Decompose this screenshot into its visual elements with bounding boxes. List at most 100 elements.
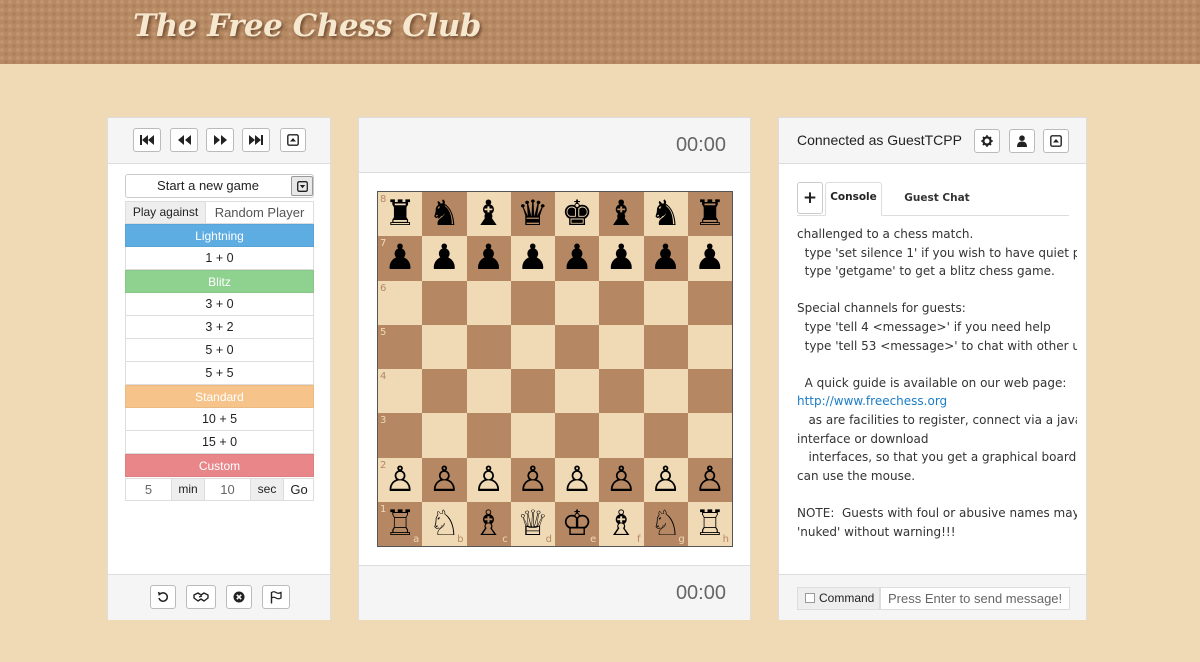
time-control-item[interactable]: 3 + 2	[125, 316, 314, 339]
web-link[interactable]: http://www.freechess.org	[797, 392, 1077, 411]
square-a3[interactable]: 3	[378, 413, 423, 458]
white-pawn-piece[interactable]: ♙	[378, 458, 422, 502]
white-pawn-piece[interactable]: ♙	[688, 458, 732, 502]
last-move-button[interactable]	[242, 128, 270, 152]
command-checkbox[interactable]	[805, 593, 815, 603]
new-game-dropdown[interactable]: Start a new game	[125, 174, 314, 198]
square-c6[interactable]	[466, 280, 511, 325]
square-e2[interactable]: ♙	[555, 457, 600, 502]
white-bishop-piece[interactable]: ♗	[467, 502, 511, 546]
square-f7[interactable]: ♟	[599, 236, 644, 281]
custom-go-button[interactable]: Go	[284, 479, 314, 500]
black-knight-piece[interactable]: ♞	[644, 192, 688, 236]
square-g7[interactable]: ♟	[643, 236, 688, 281]
square-g4[interactable]	[643, 369, 688, 414]
square-a8[interactable]: 8 ♜	[378, 192, 423, 237]
square-a1[interactable]: 1 a ♖	[378, 501, 423, 546]
square-f3[interactable]	[599, 413, 644, 458]
settings-button[interactable]	[974, 129, 1000, 153]
black-pawn-piece[interactable]: ♟	[688, 236, 732, 280]
square-e7[interactable]: ♟	[555, 236, 600, 281]
black-king-piece[interactable]: ♚	[555, 192, 599, 236]
black-queen-piece[interactable]: ♛	[511, 192, 555, 236]
square-e3[interactable]	[555, 413, 600, 458]
square-c8[interactable]: ♝	[466, 192, 511, 237]
time-control-item[interactable]: 1 + 0	[125, 247, 314, 270]
black-pawn-piece[interactable]: ♟	[511, 236, 555, 280]
square-b5[interactable]	[422, 324, 467, 369]
white-pawn-piece[interactable]: ♙	[511, 458, 555, 502]
command-input[interactable]: Press Enter to send message!	[880, 587, 1070, 610]
collapse-panel-button[interactable]	[280, 128, 306, 152]
square-d5[interactable]	[510, 324, 555, 369]
square-b7[interactable]: ♟	[422, 236, 467, 281]
square-d8[interactable]: ♛	[510, 192, 555, 237]
square-b2[interactable]: ♙	[422, 457, 467, 502]
square-h2[interactable]: ♙	[687, 457, 732, 502]
square-a2[interactable]: 2 ♙	[378, 457, 423, 502]
square-h4[interactable]	[687, 369, 732, 414]
square-e8[interactable]: ♚	[555, 192, 600, 237]
square-a6[interactable]: 6	[378, 280, 423, 325]
square-e4[interactable]	[555, 369, 600, 414]
white-rook-piece[interactable]: ♖	[378, 502, 422, 546]
black-pawn-piece[interactable]: ♟	[555, 236, 599, 280]
dropdown-toggle-button[interactable]	[291, 176, 313, 196]
white-knight-piece[interactable]: ♘	[422, 502, 466, 546]
white-pawn-piece[interactable]: ♙	[422, 458, 466, 502]
square-d2[interactable]: ♙	[510, 457, 555, 502]
black-rook-piece[interactable]: ♜	[688, 192, 732, 236]
square-g2[interactable]: ♙	[643, 457, 688, 502]
square-f2[interactable]: ♙	[599, 457, 644, 502]
square-c1[interactable]: c ♗	[466, 501, 511, 546]
square-g8[interactable]: ♞	[643, 192, 688, 237]
black-pawn-piece[interactable]: ♟	[422, 236, 466, 280]
square-a4[interactable]: 4	[378, 369, 423, 414]
black-pawn-piece[interactable]: ♟	[378, 236, 422, 280]
square-a7[interactable]: 7 ♟	[378, 236, 423, 281]
time-control-item[interactable]: 5 + 5	[125, 362, 314, 385]
profile-button[interactable]	[1009, 129, 1035, 153]
square-c7[interactable]: ♟	[466, 236, 511, 281]
black-bishop-piece[interactable]: ♝	[599, 192, 643, 236]
square-d6[interactable]	[510, 280, 555, 325]
square-e5[interactable]	[555, 324, 600, 369]
square-e6[interactable]	[555, 280, 600, 325]
time-control-item[interactable]: 3 + 0	[125, 293, 314, 316]
time-control-item[interactable]: 15 + 0	[125, 431, 314, 454]
square-d1[interactable]: d ♕	[510, 501, 555, 546]
square-d7[interactable]: ♟	[510, 236, 555, 281]
square-c4[interactable]	[466, 369, 511, 414]
white-knight-piece[interactable]: ♘	[644, 502, 688, 546]
abort-button[interactable]	[226, 585, 252, 609]
square-g1[interactable]: g ♘	[643, 501, 688, 546]
square-d3[interactable]	[510, 413, 555, 458]
square-f5[interactable]	[599, 324, 644, 369]
square-h7[interactable]: ♟	[687, 236, 732, 281]
square-b3[interactable]	[422, 413, 467, 458]
white-pawn-piece[interactable]: ♙	[555, 458, 599, 502]
tab-console[interactable]: Console	[825, 182, 882, 216]
white-pawn-piece[interactable]: ♙	[599, 458, 643, 502]
black-pawn-piece[interactable]: ♟	[644, 236, 688, 280]
white-pawn-piece[interactable]: ♙	[644, 458, 688, 502]
white-queen-piece[interactable]: ♕	[511, 502, 555, 546]
square-b6[interactable]	[422, 280, 467, 325]
square-h6[interactable]	[687, 280, 732, 325]
black-pawn-piece[interactable]: ♟	[599, 236, 643, 280]
square-f4[interactable]	[599, 369, 644, 414]
square-e1[interactable]: e ♔	[555, 501, 600, 546]
square-g3[interactable]	[643, 413, 688, 458]
white-rook-piece[interactable]: ♖	[688, 502, 732, 546]
square-f1[interactable]: f ♗	[599, 501, 644, 546]
white-bishop-piece[interactable]: ♗	[599, 502, 643, 546]
next-move-button[interactable]	[206, 128, 234, 152]
black-pawn-piece[interactable]: ♟	[467, 236, 511, 280]
square-c3[interactable]	[466, 413, 511, 458]
custom-seconds-input[interactable]: 10	[205, 479, 250, 500]
tab-guest-chat[interactable]: Guest Chat	[892, 182, 982, 216]
takeback-button[interactable]	[150, 585, 176, 609]
square-a5[interactable]: 5	[378, 324, 423, 369]
square-b4[interactable]	[422, 369, 467, 414]
black-rook-piece[interactable]: ♜	[378, 192, 422, 236]
